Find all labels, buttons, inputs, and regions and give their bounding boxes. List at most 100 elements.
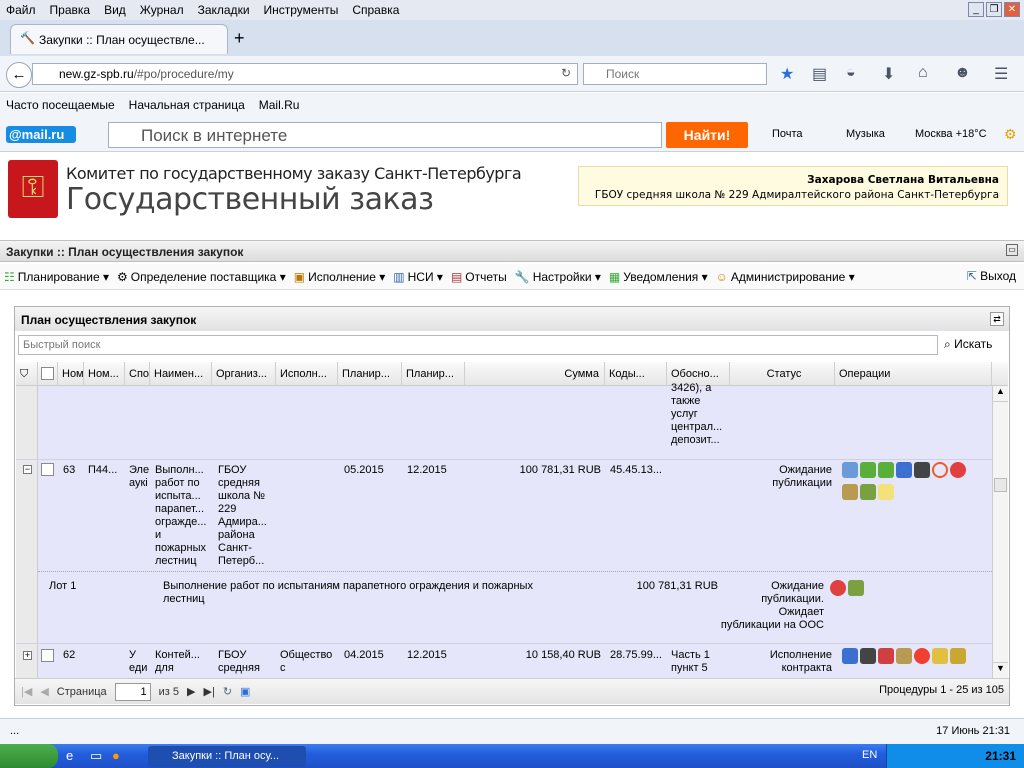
prev-page-icon[interactable]: ◀ — [40, 685, 48, 698]
gear-icon[interactable] — [860, 648, 876, 664]
page-number-input[interactable]: 1 — [114, 682, 151, 701]
menu-supplier[interactable]: ⚙ Определение поставщика ▾ — [117, 270, 286, 284]
col-plan-start[interactable]: Планир... — [338, 362, 402, 386]
gear-icon[interactable] — [914, 462, 930, 478]
col-operations[interactable]: Операции — [835, 362, 992, 386]
reading-list-icon[interactable]: ▤ — [812, 64, 827, 84]
browser-search-input[interactable]: Поиск — [583, 63, 767, 85]
music-link[interactable]: Музыка — [846, 128, 885, 140]
collapse-row-icon[interactable]: − — [23, 465, 32, 474]
quick-search-input[interactable]: Быстрый поиск — [18, 335, 938, 355]
menu-settings[interactable]: 🔧 Настройки ▾ — [515, 270, 601, 284]
collapse-icon[interactable]: ▭ — [1006, 244, 1018, 256]
bar-chart-icon[interactable] — [932, 648, 948, 664]
col-codes[interactable]: Коды... — [605, 362, 667, 386]
col-method[interactable]: Спо — [125, 362, 150, 386]
chart-icon[interactable] — [896, 462, 912, 478]
edit-pencil-icon[interactable] — [842, 462, 858, 478]
start-button[interactable] — [0, 744, 58, 768]
menu-execution[interactable]: ▣ Исполнение ▾ — [294, 270, 386, 284]
clear-filter-icon[interactable]: ⛉ — [16, 362, 38, 386]
col-sum[interactable]: Сумма — [465, 362, 605, 386]
url-bar[interactable]: new.gz-spb.ru/#po/procedure/my ↻ — [32, 63, 578, 85]
scroll-thumb[interactable] — [994, 478, 1007, 492]
scroll-up-icon[interactable]: ▲ — [993, 386, 1008, 402]
chat-icon[interactable]: ☻ — [954, 64, 971, 82]
firefox-icon[interactable]: ● — [112, 748, 120, 763]
stop-icon[interactable] — [914, 648, 930, 664]
menu-planning[interactable]: ☷ Планирование ▾ — [4, 270, 109, 284]
menu-help[interactable]: Справка — [352, 3, 399, 17]
col-executor[interactable]: Исполн... — [276, 362, 338, 386]
taskbar-item-firefox[interactable]: Закупки :: План осу... — [148, 746, 306, 767]
back-button[interactable]: ← — [6, 62, 32, 88]
mailru-search-input[interactable]: Поиск в интернете — [108, 122, 662, 148]
menu-view[interactable]: Вид — [104, 3, 126, 17]
checklist-icon[interactable] — [896, 648, 912, 664]
settings-gear-icon[interactable]: ⚙ — [1004, 126, 1017, 143]
save-icon[interactable]: ▣ — [240, 685, 250, 698]
scroll-down-icon[interactable]: ▼ — [993, 662, 1008, 678]
mail-link[interactable]: Почта — [772, 128, 803, 140]
row-checkbox[interactable] — [41, 649, 54, 662]
browser-tab[interactable]: Закупки :: План осуществле... — [10, 24, 228, 54]
home-icon[interactable]: ⌂ — [918, 64, 928, 82]
menu-history[interactable]: Журнал — [140, 3, 184, 17]
ie-icon[interactable]: e — [66, 748, 73, 763]
vertical-scrollbar[interactable]: ▲ ▼ — [992, 386, 1008, 678]
menu-edit[interactable]: Правка — [50, 3, 91, 17]
cancel-icon[interactable] — [950, 462, 966, 478]
col-name[interactable]: Наимен... — [150, 362, 212, 386]
mailru-logo[interactable]: @mail.ru — [6, 126, 76, 143]
menu-file[interactable]: Файл — [6, 3, 36, 17]
price-tag-icon[interactable] — [860, 462, 876, 478]
bookmark-star-icon[interactable]: ★ — [780, 64, 794, 84]
weather-link[interactable]: Москва +18°C — [915, 128, 987, 140]
row-checkbox[interactable] — [41, 463, 54, 476]
question-envelope-icon[interactable] — [860, 484, 876, 500]
close-button[interactable]: ✕ — [1004, 2, 1020, 17]
notes-icon[interactable] — [878, 484, 894, 500]
refresh-icon[interactable] — [932, 462, 948, 478]
emblem-icon[interactable] — [842, 484, 858, 500]
restore-button[interactable]: ❐ — [986, 2, 1002, 17]
show-desktop-icon[interactable]: ▭ — [90, 748, 102, 764]
hamburger-menu-icon[interactable]: ☰ — [994, 64, 1008, 84]
bookmark-mailru[interactable]: Mail.Ru — [259, 98, 300, 112]
first-page-icon[interactable]: |◀ — [21, 685, 32, 698]
minimize-button[interactable]: _ — [968, 2, 984, 17]
col-num[interactable]: Ном — [58, 362, 84, 386]
document-icon[interactable] — [878, 648, 894, 664]
question-envelope-icon[interactable] — [848, 580, 864, 596]
coin-icon[interactable] — [950, 648, 966, 664]
select-all-checkbox[interactable] — [41, 367, 54, 380]
last-page-icon[interactable]: ▶| — [204, 685, 215, 698]
search-button[interactable]: ⌕ Искать — [944, 337, 992, 352]
price-tag-icon[interactable] — [878, 462, 894, 478]
language-indicator[interactable]: EN — [862, 749, 877, 761]
pocket-icon[interactable]: ◒ — [846, 64, 856, 82]
reload-icon[interactable]: ↻ — [561, 66, 571, 80]
menu-nsi[interactable]: ▥ НСИ ▾ — [393, 270, 443, 284]
menu-reports[interactable]: ▤ Отчеты — [451, 270, 507, 284]
col-plan-end[interactable]: Планир... — [402, 362, 465, 386]
bookmark-most-visited[interactable]: Часто посещаемые — [6, 98, 115, 112]
bookmark-home-page[interactable]: Начальная страница — [129, 98, 245, 112]
expand-row-icon[interactable]: + — [23, 651, 32, 660]
download-icon[interactable]: ⬇ — [882, 64, 895, 84]
col-number[interactable]: Ном... — [84, 362, 125, 386]
logout-button[interactable]: ⇱ Выход — [967, 269, 1016, 283]
menu-tools[interactable]: Инструменты — [264, 3, 339, 17]
col-status[interactable]: Статус — [730, 362, 835, 386]
menu-notifications[interactable]: ▦ Уведомления ▾ — [609, 270, 708, 284]
refresh-panel-icon[interactable]: ⇄ — [990, 312, 1004, 326]
new-tab-button[interactable]: + — [234, 28, 245, 49]
next-page-icon[interactable]: ▶ — [187, 685, 195, 698]
menu-admin[interactable]: ☺ Администрирование ▾ — [716, 270, 855, 284]
cancel-icon[interactable] — [830, 580, 846, 596]
chart-icon[interactable] — [842, 648, 858, 664]
col-organization[interactable]: Организ... — [212, 362, 276, 386]
find-button[interactable]: Найти! — [666, 122, 748, 148]
menu-bookmarks[interactable]: Закладки — [198, 3, 250, 17]
refresh-icon[interactable]: ↻ — [223, 685, 232, 698]
